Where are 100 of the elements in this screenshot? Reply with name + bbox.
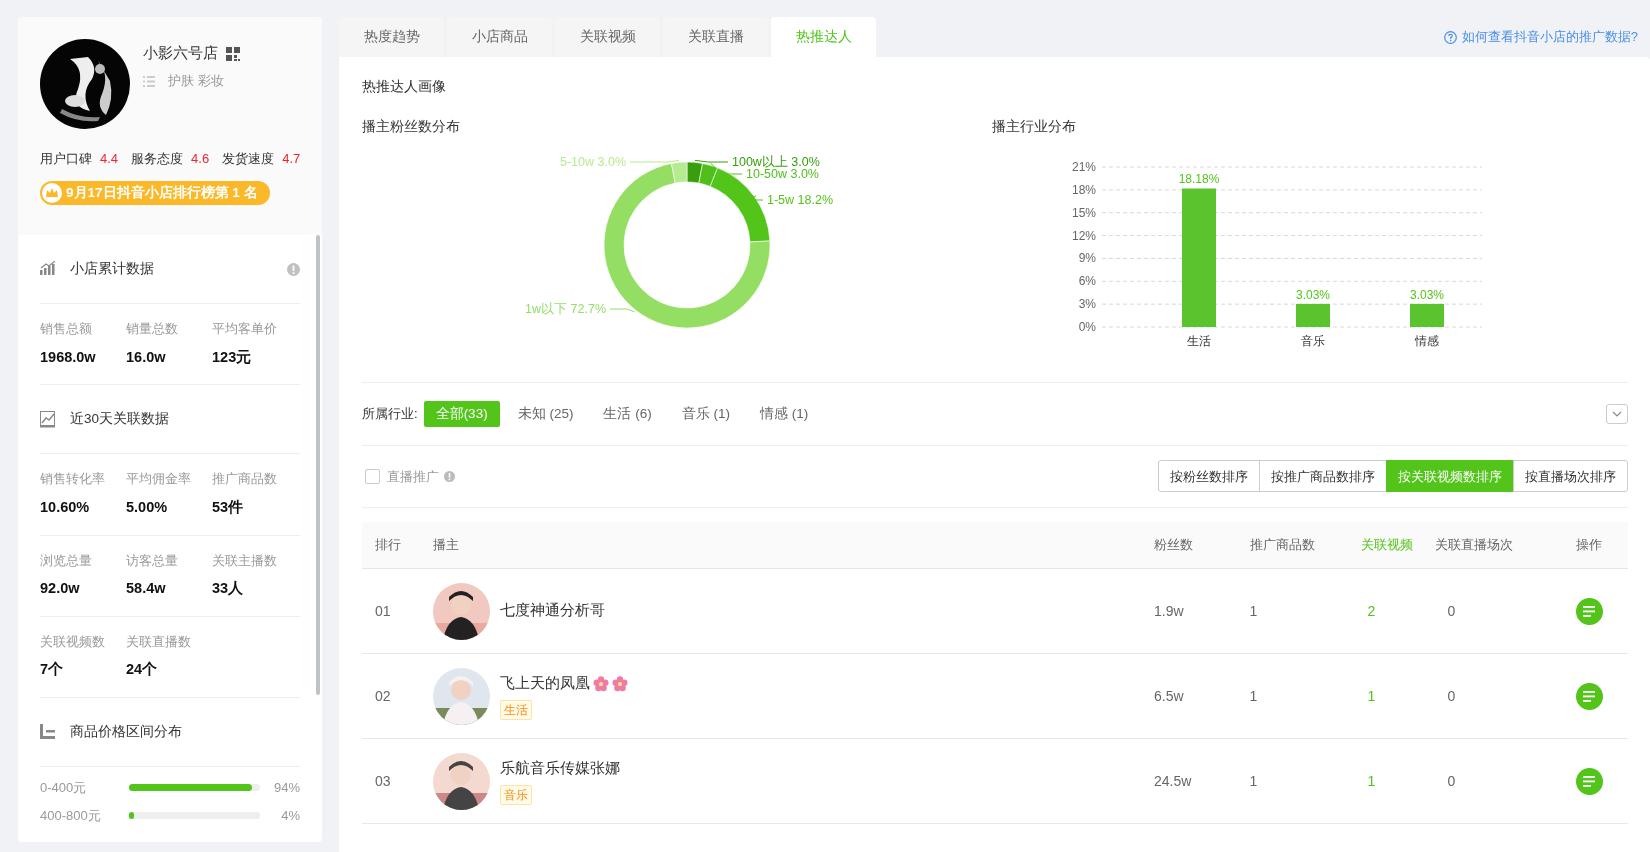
info-icon[interactable] — [443, 470, 455, 482]
percent-text: 94% — [272, 778, 300, 797]
checkbox[interactable] — [365, 468, 380, 484]
table-cell: 02 — [362, 653, 432, 739]
anchor-name[interactable]: 七度神通分析哥 — [499, 600, 605, 623]
anchor-name[interactable]: 飞上天的凤凰 — [499, 672, 590, 695]
data-label: 1-5w 18.2% — [767, 193, 834, 207]
table-cell: 0 — [1428, 568, 1550, 654]
list-icon — [1582, 775, 1596, 787]
stat-label: 推广商品数 — [212, 470, 278, 489]
sort-button[interactable]: 按粉丝数排序 — [1158, 460, 1260, 493]
tab[interactable]: 小店商品 — [447, 17, 552, 57]
stat-value: 53件 — [212, 497, 245, 517]
column-header: 排行 — [362, 521, 432, 569]
axis-category-label: 生活 — [1187, 334, 1211, 348]
chevron-down-icon — [1612, 410, 1622, 417]
chart-title: 播主粉丝数分布 — [362, 117, 461, 136]
data-label: 1w以下 72.7% — [525, 302, 606, 316]
shop-name: 小影六号店 — [143, 43, 218, 64]
tab[interactable]: 热度趋势 — [339, 17, 444, 57]
axis-category-label: 情感 — [1415, 334, 1439, 348]
category-text: 护肤 彩妆 — [168, 72, 224, 91]
price-range-label: 400-800元 — [40, 806, 101, 825]
stat-value: 5.00% — [126, 497, 169, 517]
line-chart-icon — [40, 410, 56, 428]
axis-tick-label: 21% — [1071, 160, 1096, 174]
axis-tick-label: 0% — [1078, 320, 1096, 334]
section-title: 热推达人画像 — [362, 78, 447, 96]
help-link[interactable]: 如何查看抖音小店的推广数据? — [1443, 27, 1650, 47]
axis-tick-label: 12% — [1071, 228, 1096, 243]
section-title: 近30天关联数据 — [70, 410, 170, 429]
info-icon[interactable] — [287, 262, 300, 276]
axis-tick-label: 6% — [1078, 274, 1096, 289]
details-button[interactable] — [1575, 767, 1603, 795]
percent-text: 4% — [280, 806, 300, 825]
collapse-button[interactable] — [1606, 403, 1628, 424]
data-label: 18.18% — [1178, 172, 1220, 187]
checkbox-label: 直播推广 — [386, 467, 439, 486]
filter-label: 所属行业: — [362, 405, 418, 423]
rating-value: 4.4 — [100, 149, 119, 168]
rating-value: 4.6 — [191, 149, 210, 168]
anchor-name[interactable]: 乐航音乐传媒张娜 — [499, 757, 620, 780]
tab[interactable]: 关联视频 — [555, 17, 660, 57]
bar-chart-icon — [40, 260, 56, 278]
stat-value: 24个 — [126, 660, 159, 680]
stat-label: 销量总数 — [126, 320, 179, 338]
bar — [1410, 303, 1444, 327]
column-header: 关联直播场次 — [1428, 521, 1550, 569]
price-range-label: 0-400元 — [40, 778, 87, 797]
table-cell: 24.5w — [1153, 738, 1243, 824]
help-icon — [1443, 30, 1457, 44]
sort-button[interactable]: 按直播场次排序 — [1513, 460, 1628, 493]
stat-label: 销售转化率 — [40, 470, 106, 489]
stat-label: 关联直播数 — [126, 632, 192, 651]
details-button[interactable] — [1575, 682, 1603, 710]
qr-code-icon[interactable] — [224, 45, 241, 62]
list-icon — [1582, 690, 1596, 702]
table-cell: 1.9w — [1153, 568, 1243, 654]
data-label: 100w以上 3.0% — [732, 155, 820, 169]
chart-title: 播主行业分布 — [992, 117, 1077, 136]
scrollbar[interactable] — [316, 235, 320, 695]
rating-label: 服务态度 — [131, 149, 184, 168]
stat-label: 销售总额 — [40, 320, 93, 338]
table-cell: 0 — [1428, 653, 1550, 739]
filter-option[interactable]: 音乐 (1) — [669, 400, 742, 427]
table-cell: 1 — [1243, 653, 1348, 739]
table-cell: 01 — [362, 568, 432, 654]
category-tag: 音乐 — [499, 784, 532, 805]
table-cell: 1 — [1243, 738, 1348, 824]
stat-label: 平均佣金率 — [126, 470, 192, 489]
column-header: 操作 — [1550, 521, 1628, 569]
data-label: 5-10w 3.0% — [559, 155, 626, 169]
axis-tick-label: 18% — [1071, 182, 1096, 197]
filter-option[interactable]: 生活 (6) — [591, 400, 664, 427]
section-title: 商品价格区间分布 — [70, 722, 182, 741]
table-cell: 2 — [1348, 568, 1428, 654]
stat-value: 1968.0w — [40, 347, 97, 367]
data-label: 10-50w 3.0% — [746, 167, 819, 181]
flower-icon — [612, 675, 629, 692]
axis-tick-label: 15% — [1071, 205, 1096, 220]
column-header: 播主 — [432, 521, 1153, 569]
column-header: 推广商品数 — [1243, 521, 1348, 569]
details-button[interactable] — [1575, 597, 1603, 625]
filter-option[interactable]: 未知 (25) — [505, 400, 586, 427]
axis-category-label: 音乐 — [1301, 334, 1325, 348]
flower-icon — [593, 675, 609, 692]
rating-value: 4.7 — [282, 149, 301, 168]
filter-option[interactable]: 情感 (1) — [747, 400, 821, 427]
stat-label: 访客总量 — [126, 551, 179, 570]
bar — [1296, 303, 1330, 327]
table-cell: 1 — [1348, 653, 1428, 739]
stat-value: 7个 — [40, 660, 65, 680]
stat-label: 平均客单价 — [212, 320, 278, 338]
rating-label: 发货速度 — [222, 149, 275, 168]
column-header: 关联视频 — [1348, 521, 1428, 569]
stat-label: 关联视频数 — [40, 632, 106, 651]
rank-text: 9月17日抖音小店排行榜第 1 名 — [66, 184, 258, 202]
stat-value: 123元 — [212, 347, 253, 367]
tab[interactable]: 关联直播 — [663, 17, 768, 57]
sort-button[interactable]: 按推广商品数排序 — [1259, 460, 1387, 493]
